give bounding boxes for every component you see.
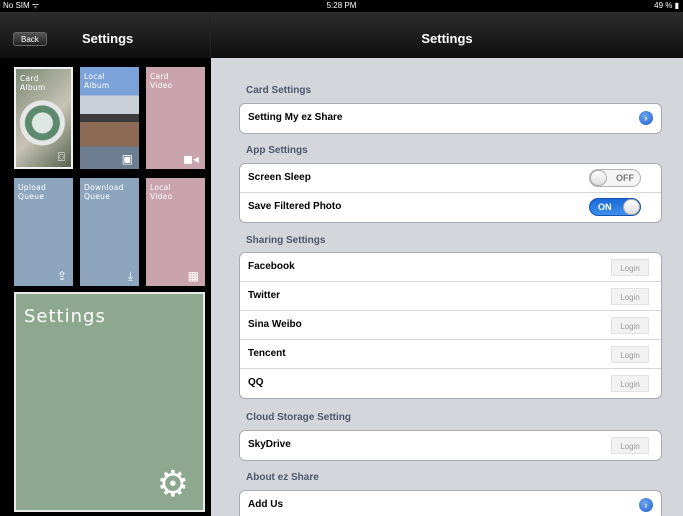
row-add-us[interactable]: Add Us › [240, 491, 661, 516]
battery-indicator: 49 % ▮ [654, 1, 679, 10]
group-card-settings: Setting My ez Share › [239, 103, 662, 134]
row-label: QQ [248, 377, 264, 388]
tile-local-video[interactable]: Local Video ▦ [146, 178, 205, 286]
row-label: Facebook [248, 261, 295, 272]
section-header-cloud: Cloud Storage Setting [246, 412, 351, 423]
tile-download-queue-label: Download Queue [84, 183, 124, 201]
left-nav-bar: Back Settings [0, 12, 211, 58]
page-title: Settings [421, 31, 473, 46]
section-header-about: About ez Share [246, 472, 319, 483]
toggle-state: OFF [616, 173, 634, 183]
section-header-app: App Settings [246, 145, 308, 156]
row-label: Twitter [248, 290, 281, 301]
tile-download-queue[interactable]: Download Queue ⤓ [80, 178, 139, 286]
group-sharing-settings: Facebook Login Twitter Login Sina Weibo … [239, 252, 662, 399]
camera-icon: ⌼ [57, 150, 65, 164]
tile-upload-queue-label: Upload Queue [18, 183, 47, 201]
row-label: Save Filtered Photo [248, 201, 342, 212]
row-twitter: Twitter Login [240, 282, 661, 311]
qq-login-button[interactable]: Login [611, 375, 649, 392]
group-cloud-storage: SkyDrive Login [239, 430, 662, 461]
tile-local-album-label: Local Album [84, 72, 110, 90]
disclosure-icon[interactable]: › [639, 111, 653, 125]
row-qq: QQ Login [240, 369, 661, 398]
tencent-login-button[interactable]: Login [611, 346, 649, 363]
section-header-sharing: Sharing Settings [246, 235, 326, 246]
section-header-card: Card Settings [246, 85, 312, 96]
row-screen-sleep: Screen Sleep OFF [240, 164, 661, 193]
tile-local-album[interactable]: Local Album ▣ [80, 67, 139, 169]
photo-icon: ▣ [121, 152, 133, 166]
gear-icon: ⚙ [156, 463, 189, 504]
upload-icon: ⇪ [56, 269, 67, 283]
row-tencent: Tencent Login [240, 340, 661, 369]
row-skydrive: SkyDrive Login [240, 431, 661, 460]
row-sina-weibo: Sina Weibo Login [240, 311, 661, 340]
row-label: SkyDrive [248, 439, 291, 450]
row-label: Add Us [248, 499, 283, 510]
tile-settings-label: Settings [24, 306, 106, 327]
tile-card-video[interactable]: Card Video ◼◂ [146, 67, 205, 169]
sina-weibo-login-button[interactable]: Login [611, 317, 649, 334]
tile-panel: Card Album ⌼ Local Album ▣ Card Video ◼◂… [0, 58, 211, 516]
settings-table[interactable]: Card Settings Setting My ez Share › App … [211, 58, 683, 516]
row-facebook: Facebook Login [240, 253, 661, 282]
skydrive-login-button[interactable]: Login [611, 437, 649, 454]
screen-sleep-toggle[interactable]: OFF [589, 169, 641, 187]
row-label: Screen Sleep [248, 172, 311, 183]
group-app-settings: Screen Sleep OFF Save Filtered Photo ON [239, 163, 662, 223]
row-label: Sina Weibo [248, 319, 302, 330]
toggle-state: ON [598, 202, 612, 212]
tile-settings[interactable]: Settings ⚙ [14, 292, 205, 512]
clapperboard-icon: ▦ [187, 269, 199, 283]
download-icon: ⤓ [127, 269, 133, 283]
row-label: Tencent [248, 348, 286, 359]
twitter-login-button[interactable]: Login [611, 288, 649, 305]
group-about: Add Us › [239, 490, 662, 516]
left-nav-title: Settings [82, 31, 134, 46]
tile-local-video-label: Local Video [150, 183, 173, 201]
row-label: Setting My ez Share [248, 112, 343, 123]
disclosure-icon[interactable]: › [639, 498, 653, 512]
tile-upload-queue[interactable]: Upload Queue ⇪ [14, 178, 73, 286]
status-bar: No SIM ᯤ 5:28 PM 49 % ▮ [0, 0, 683, 12]
row-save-filtered-photo: Save Filtered Photo ON [240, 193, 661, 222]
toggle-knob [590, 170, 607, 186]
save-filtered-photo-toggle[interactable]: ON [589, 198, 641, 216]
clock: 5:28 PM [326, 1, 357, 10]
facebook-login-button[interactable]: Login [611, 259, 649, 276]
tile-card-album[interactable]: Card Album ⌼ [14, 67, 73, 169]
toggle-knob [623, 199, 640, 215]
tile-card-video-label: Card Video [150, 72, 173, 90]
tile-card-album-label: Card Album [20, 74, 46, 92]
right-nav-bar: Settings [211, 12, 683, 58]
back-button[interactable]: Back [13, 32, 47, 46]
row-setting-my-ez-share[interactable]: Setting My ez Share › [240, 104, 661, 133]
video-camera-icon: ◼◂ [183, 152, 199, 166]
